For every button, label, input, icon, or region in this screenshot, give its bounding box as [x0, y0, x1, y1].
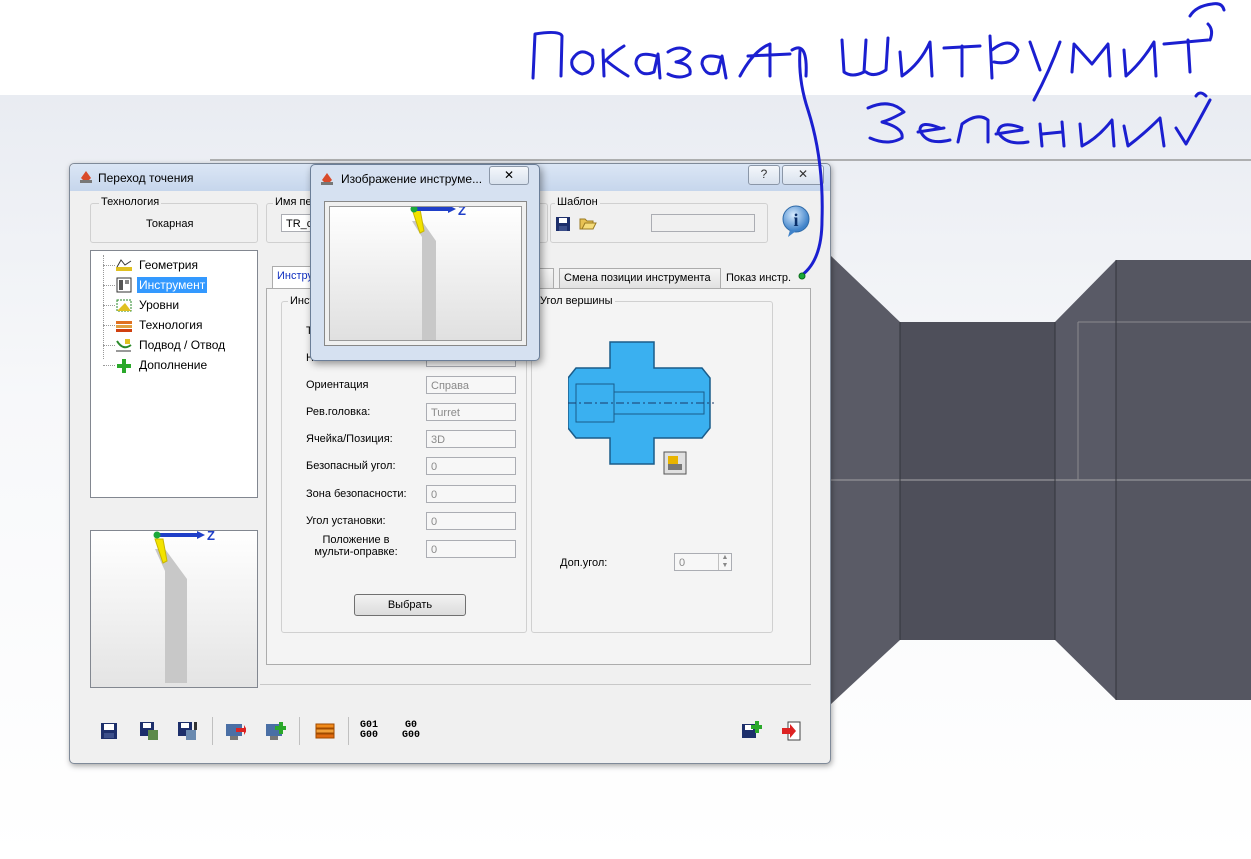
save-add-icon[interactable]	[740, 720, 762, 742]
approach-retract-icon	[116, 339, 132, 352]
tab-tool-position-change-label: Смена позиции инструмента	[564, 272, 711, 284]
tool-field-value[interactable]: 0	[426, 485, 516, 503]
tab-tool-position-change[interactable]: Смена позиции инструмента	[559, 268, 721, 288]
add-operation-icon[interactable]	[264, 720, 286, 742]
tree-item-geometry[interactable]: Геометрия	[137, 257, 200, 273]
save-icon[interactable]	[98, 720, 120, 742]
vertex-angle-label: Угол вершины	[538, 295, 615, 307]
tool-field-label: Безопасный угол:	[306, 460, 396, 472]
extra-angle-spinner[interactable]: ▲ ▼	[718, 554, 731, 570]
tool-preview: Z	[90, 528, 258, 688]
popup-tool-preview: Z	[324, 201, 527, 346]
tool-field-label: Угол установки:	[306, 515, 386, 527]
export-operation-icon[interactable]	[224, 720, 246, 742]
tree-item-addition[interactable]: Дополнение	[137, 357, 209, 373]
save-all-icon[interactable]	[176, 720, 198, 742]
tool-icon	[116, 277, 132, 293]
template-label: Шаблон	[555, 196, 600, 208]
popup-app-icon	[321, 173, 333, 185]
dialog-title: Переход точения	[98, 171, 194, 185]
geometry-icon	[116, 259, 132, 271]
svg-text:i: i	[793, 210, 798, 230]
part-diagram	[568, 341, 714, 475]
z-axis-label: Z	[207, 531, 215, 543]
popup-tool-drawing: Z	[410, 203, 466, 340]
tool-field-value[interactable]: Справа	[426, 376, 516, 394]
app-icon	[80, 171, 92, 183]
gcode-g01-button[interactable]: G01 G00	[360, 721, 378, 741]
open-template-icon[interactable]	[579, 215, 597, 231]
stock-layers-icon[interactable]	[314, 720, 336, 742]
gcode-g01-bottom: G00	[360, 730, 379, 741]
tool-field-value[interactable]: Turret	[426, 403, 516, 421]
tab-show-tool[interactable]: Показ инстр.	[721, 268, 809, 288]
tool-field-label: Зона безопасности:	[306, 488, 407, 500]
extra-angle-label: Доп.угол:	[560, 557, 608, 569]
tool-field-value[interactable]: 0	[426, 512, 516, 530]
tree-item-tool[interactable]: Инструмент	[137, 277, 208, 293]
tab-show-tool-label: Показ инстр.	[726, 272, 792, 284]
template-group: Шаблон	[550, 196, 768, 243]
gcode-g0-bottom: G00	[402, 730, 421, 741]
tree-item-approach-retract[interactable]: Подвод / Отвод	[137, 337, 227, 353]
info-icon[interactable]: i	[778, 204, 814, 238]
popup-z-axis-label: Z	[458, 207, 466, 218]
select-tool-button[interactable]: Выбрать	[354, 594, 466, 616]
popup-title: Изображение инструме...	[341, 172, 483, 186]
navigation-tree: Геометрия Инструмент Уровни Технология Подво…	[90, 250, 258, 498]
tool-field-value[interactable]: 0	[426, 457, 516, 475]
close-button[interactable]: ✕	[782, 165, 824, 185]
popup-close-button[interactable]: ✕	[489, 166, 529, 185]
tool-preview-drawing: Z	[153, 528, 215, 683]
save-template-icon[interactable]	[555, 216, 571, 232]
tool-field-label: Положение в мульти-оправке:	[314, 534, 398, 558]
technology-icon	[116, 321, 132, 332]
tool-field-value[interactable]: 0	[426, 540, 516, 558]
tool-field-label: Ячейка/Позиция:	[306, 433, 393, 445]
tree-item-levels[interactable]: Уровни	[137, 297, 181, 313]
save-as-icon[interactable]	[138, 720, 160, 742]
exit-icon[interactable]	[780, 720, 802, 742]
vertex-angle-group: Угол вершины Доп.угол: 0 ▲ ▼	[531, 295, 773, 633]
tool-field-value[interactable]: 3D	[426, 430, 516, 448]
help-button[interactable]: ?	[748, 165, 780, 185]
template-name-field[interactable]	[651, 214, 755, 232]
technology-group-label: Технология	[99, 196, 162, 208]
tool-image-popup[interactable]: Изображение инструме... ✕ Z	[310, 164, 540, 361]
tool-field-label: Рев.головка:	[306, 406, 371, 418]
gcode-g0-button[interactable]: G0 G00	[402, 721, 420, 741]
levels-icon	[116, 299, 132, 312]
technology-group: Технология Токарная	[90, 196, 258, 243]
addition-icon	[117, 359, 131, 373]
technology-value: Токарная	[146, 218, 194, 230]
model-face-center	[900, 322, 1055, 640]
tree-item-technology[interactable]: Технология	[137, 317, 205, 333]
tab-tool-label: Инстру	[277, 270, 314, 282]
tool-field-label: Ориентация	[306, 379, 369, 391]
